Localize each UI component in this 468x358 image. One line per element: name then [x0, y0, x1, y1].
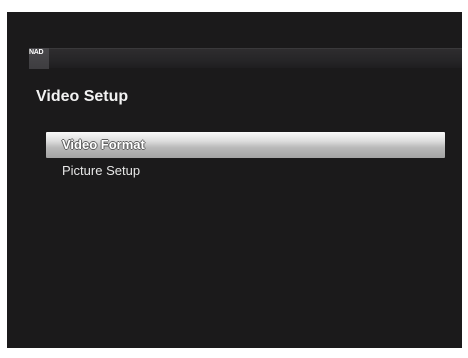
- menu-item-label: Picture Setup: [62, 163, 141, 178]
- menu-item-picture-setup[interactable]: Picture Setup: [46, 158, 445, 184]
- nad-logo: NAD: [29, 48, 49, 69]
- header-bar: [29, 48, 462, 68]
- osd-screen: NAD Video Setup Video Format Picture Set…: [7, 12, 462, 348]
- menu-item-video-format[interactable]: Video Format: [46, 132, 445, 158]
- menu-item-label: Video Format: [62, 137, 145, 152]
- logo-text: NAD: [29, 49, 44, 56]
- setup-menu: Video Format Picture Setup: [46, 132, 445, 184]
- page-title: Video Setup: [36, 88, 129, 105]
